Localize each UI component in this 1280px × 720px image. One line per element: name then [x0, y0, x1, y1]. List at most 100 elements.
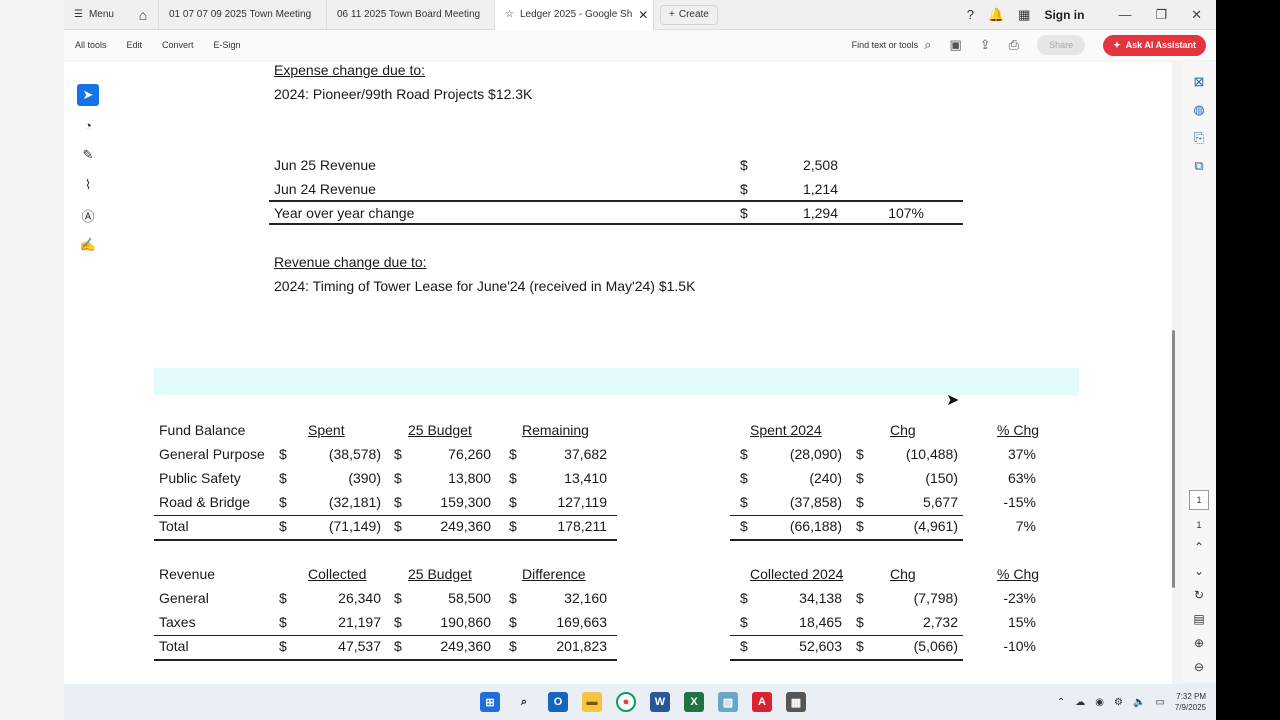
currency-sign: $ [394, 614, 402, 630]
cell-pct: -15% [1003, 494, 1036, 510]
left-tool-panel: ➤ ◔ ✎ ⌇ Ⓐ ✍ [74, 74, 102, 262]
currency-sign: $ [509, 590, 517, 606]
star-icon[interactable]: ☆ [505, 9, 514, 20]
clock[interactable]: 7:32 PM 7/9/2025 [1175, 691, 1206, 713]
maximize-icon[interactable]: ❐ [1155, 7, 1167, 23]
signature-icon[interactable]: ✍ [77, 234, 99, 256]
zoom-in-icon[interactable]: ⊕ [1194, 636, 1204, 650]
currency-sign: $ [509, 614, 517, 630]
currency-sign: $ [394, 470, 402, 486]
close-tab-icon[interactable]: ✕ [638, 8, 648, 22]
antivirus-icon[interactable]: ◉ [1095, 697, 1104, 708]
cell-value: 34,138 [799, 590, 842, 606]
cell-value: 37,682 [564, 446, 607, 462]
apps-grid-icon[interactable]: ▦ [1018, 7, 1030, 23]
tab-label: 06 11 2025 Town Board Meeting [337, 9, 481, 20]
minimize-icon[interactable]: — [1118, 7, 1131, 23]
save-icon[interactable]: ▣ [949, 37, 961, 53]
row-label: General Purpose [159, 446, 265, 462]
column-header: Collected 2024 [750, 566, 844, 582]
cell-value: 13,800 [448, 470, 491, 486]
cell-value: 2,732 [922, 614, 958, 630]
summary-line-top [269, 200, 963, 202]
volume-icon[interactable]: 🔈 [1133, 697, 1145, 708]
share-button[interactable]: Share [1037, 35, 1086, 55]
total-line-top [730, 515, 963, 516]
browser-tab-bar: ☰ Menu ⌂ 01 07 07 09 2025 Town Meeting 0… [64, 0, 1216, 30]
menu-edit[interactable]: Edit [127, 40, 143, 50]
network-icon[interactable]: ⚙ [1114, 697, 1123, 708]
find-label: Find text or tools [851, 40, 919, 50]
outlook-icon[interactable]: O [548, 692, 568, 712]
page-view-icon[interactable]: ▤ [1193, 612, 1204, 626]
help-icon[interactable]: ? [967, 7, 974, 22]
summary-value: 2,508 [802, 157, 838, 173]
select-cursor-icon[interactable]: ➤ [77, 84, 99, 106]
cell-pct: 7% [1015, 518, 1036, 534]
total-line-bottom [154, 539, 617, 541]
sign-in-button[interactable]: Sign in [1044, 8, 1084, 22]
cell-pct: -23% [1003, 590, 1036, 606]
app-toolbar: All tools Edit Convert E-Sign Find text … [64, 30, 1216, 60]
rotate-icon[interactable]: ↻ [1194, 588, 1204, 602]
summary-label: Jun 24 Revenue [274, 181, 376, 197]
zoom-out-icon[interactable]: ⊖ [1194, 660, 1204, 674]
acrobat-icon[interactable]: A [752, 692, 772, 712]
revenue-note: 2024: Timing of Tower Lease for June'24 … [274, 278, 696, 294]
total-line-bottom [730, 659, 963, 661]
edit-pdf-icon[interactable]: ⊠ [1194, 74, 1205, 90]
close-window-icon[interactable]: ✕ [1191, 7, 1202, 23]
find-tools[interactable]: Find text or tools ⌕ [852, 37, 932, 53]
currency-sign: $ [279, 614, 287, 630]
cell-value: (240) [809, 470, 842, 486]
summary-value: 1,294 [802, 205, 838, 221]
menu-convert[interactable]: Convert [162, 40, 194, 50]
menu-button[interactable]: ☰ Menu [64, 0, 128, 30]
row-label: Taxes [159, 614, 196, 630]
menu-all-tools[interactable]: All tools [75, 40, 107, 50]
cloud-icon[interactable]: ☁ [1075, 697, 1085, 708]
home-tab[interactable]: ⌂ [128, 0, 158, 30]
text-box-icon[interactable]: Ⓐ [77, 204, 99, 226]
tab-ledger[interactable]: ☆ Ledger 2025 - Google Sh ✕ [494, 0, 654, 30]
page-navigation: 1 1 ⌃ ⌄ ↻ ▤ ⊕ ⊖ [1189, 490, 1209, 682]
column-header: 25 Budget [408, 566, 472, 582]
chrome-icon[interactable]: ● [616, 692, 636, 712]
currency-sign: $ [509, 518, 517, 534]
bell-icon[interactable]: 🔔 [988, 7, 1004, 23]
vertical-scrollbar[interactable] [1172, 330, 1175, 588]
photos-icon[interactable]: ▧ [718, 692, 738, 712]
chevron-down-icon[interactable]: ⌄ [1194, 564, 1204, 578]
menu-label: Menu [88, 9, 114, 20]
tab-town-meeting[interactable]: 01 07 07 09 2025 Town Meeting [158, 0, 326, 30]
tab-town-board-meeting[interactable]: 06 11 2025 Town Board Meeting [326, 0, 494, 30]
battery-icon[interactable]: ▭ [1155, 697, 1164, 708]
search-icon[interactable]: ⌕ [514, 692, 534, 712]
summary-pct: 107% [888, 205, 924, 221]
menu-e-sign[interactable]: E-Sign [214, 40, 241, 50]
comment-icon[interactable]: ◔ [77, 114, 99, 136]
organize-icon[interactable]: ⎘ [1194, 130, 1204, 146]
export-icon[interactable]: ◍ [1193, 102, 1204, 118]
windows-start-icon[interactable]: ⊞ [480, 692, 500, 712]
excel-icon[interactable]: X [684, 692, 704, 712]
document-page: Expense change due to: 2024: Pioneer/99t… [64, 62, 1172, 684]
print-icon[interactable]: ⎙ [1009, 37, 1019, 53]
create-button[interactable]: + Create [660, 4, 718, 25]
ai-assistant-button[interactable]: ✦ Ask AI Assistant [1103, 34, 1206, 56]
currency-sign: $ [856, 638, 864, 654]
page-number-input[interactable]: 1 [1189, 490, 1209, 510]
chevron-up-icon[interactable]: ⌃ [1194, 540, 1204, 554]
pencil-icon[interactable]: ✎ [77, 144, 99, 166]
upload-icon[interactable]: ⇪ [980, 37, 991, 53]
draw-loop-icon[interactable]: ⌇ [77, 174, 99, 196]
home-icon: ⌂ [138, 6, 148, 23]
summary-label: Year over year change [274, 205, 415, 221]
file-explorer-icon[interactable]: ▬ [582, 692, 602, 712]
chevron-up-icon[interactable]: ⌃ [1057, 697, 1065, 708]
column-header: Spent [308, 422, 345, 438]
copy-icon[interactable]: ⧉ [1194, 158, 1203, 174]
app-icon[interactable]: ▦ [786, 692, 806, 712]
word-icon[interactable]: W [650, 692, 670, 712]
column-header: Fund Balance [159, 422, 246, 438]
